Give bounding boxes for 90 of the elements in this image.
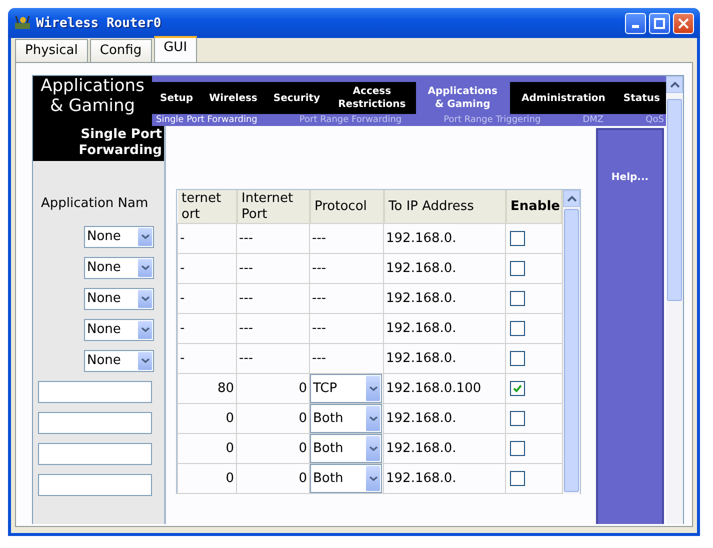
column-header: Enable [506, 190, 562, 224]
table-cell: - [178, 224, 236, 254]
table-cell: 192.168.0. [384, 314, 506, 344]
subnav-link[interactable]: Single Port Forwarding [156, 115, 258, 125]
checkbox[interactable] [510, 230, 525, 246]
table-cell: --- [310, 284, 384, 314]
check-icon [512, 382, 523, 394]
table-cell: --- [310, 254, 384, 284]
table-cell: - [178, 254, 236, 284]
input-field[interactable] [38, 412, 152, 434]
table-cell: --- [236, 344, 310, 374]
table-cell: --- [310, 224, 384, 254]
column-header: ternet ort [178, 190, 236, 224]
checkbox[interactable] [510, 410, 525, 426]
checkbox[interactable] [510, 290, 525, 306]
minimize-button[interactable] [625, 12, 646, 34]
checkbox[interactable] [510, 320, 525, 336]
close-button[interactable] [673, 12, 694, 34]
table-cell: --- [236, 224, 310, 254]
column-header: Internet Port [236, 190, 310, 224]
table-cell: --- [236, 254, 310, 284]
table-cell: 0 [178, 464, 236, 494]
sidebar-title: Single Port Forwarding [33, 126, 164, 161]
table-cell: 192.168.0.100 [384, 374, 506, 404]
input-field[interactable] [38, 442, 152, 464]
table-cell: - [178, 344, 236, 374]
nav-item[interactable]: Wireless [201, 82, 266, 114]
table-cell: - [178, 314, 236, 344]
checkbox[interactable] [510, 470, 525, 486]
dropdown[interactable]: None [84, 256, 154, 278]
maximize-icon [654, 18, 665, 28]
maximize-button[interactable] [649, 12, 670, 34]
window-title: Wireless Router0 [36, 16, 162, 30]
input-field[interactable] [38, 474, 152, 496]
table-cell: 192.168.0. [384, 224, 506, 254]
caret-icon [140, 233, 150, 240]
column-header: Protocol [310, 190, 384, 224]
table-cell: 192.168.0. [384, 404, 506, 434]
input-field[interactable] [38, 380, 152, 402]
dropdown[interactable]: Both [310, 404, 382, 433]
help-link[interactable]: Help... [611, 172, 649, 186]
table-cell: - [178, 284, 236, 314]
table-cell: --- [236, 314, 310, 344]
caret-icon [140, 295, 150, 302]
scroll-up-icon [670, 80, 680, 88]
dropdown[interactable]: None [84, 226, 154, 248]
nav-item[interactable]: Access Restrictions [328, 82, 416, 114]
column-header: To IP Address [384, 190, 506, 224]
dropdown[interactable]: None [84, 350, 154, 372]
table-cell: --- [310, 314, 384, 344]
scroll-up-icon [566, 194, 576, 202]
scrollbar[interactable] [666, 76, 683, 524]
dropdown[interactable]: None [84, 318, 154, 340]
field-label: Application Nam [41, 196, 150, 211]
caret-icon [368, 385, 378, 392]
tab[interactable]: Config [90, 39, 152, 62]
checkbox[interactable] [510, 440, 525, 456]
tab[interactable]: GUI [154, 36, 198, 62]
section-title: Applications & Gaming [33, 76, 152, 126]
table-cell: 192.168.0. [384, 464, 506, 494]
table-cell: 192.168.0. [384, 284, 506, 314]
table-cell: --- [236, 284, 310, 314]
table-cell: 192.168.0. [384, 254, 506, 284]
table-cell: 0 [178, 404, 236, 434]
minimize-icon [632, 25, 639, 28]
caret-icon [368, 475, 378, 482]
table-cell: 192.168.0. [384, 434, 506, 464]
dropdown[interactable]: None [84, 288, 154, 310]
nav-item[interactable]: Status [617, 82, 666, 114]
close-icon [678, 18, 689, 28]
nav-item[interactable]: Administration [510, 82, 618, 114]
caret-icon [368, 415, 378, 422]
table-cell: 0 [178, 434, 236, 464]
caret-icon [140, 264, 150, 271]
nav-item[interactable]: Security [265, 82, 328, 114]
checkbox[interactable] [510, 350, 525, 366]
caret-icon [368, 445, 378, 452]
table-cell: 80 [178, 374, 236, 404]
checkbox[interactable] [510, 380, 525, 396]
router-icon [14, 15, 32, 31]
dropdown[interactable]: Both [310, 434, 382, 463]
caret-icon [140, 357, 150, 364]
dropdown[interactable]: Both [310, 464, 382, 493]
caret-icon [140, 326, 150, 333]
checkbox[interactable] [510, 260, 525, 276]
scrollbar[interactable] [563, 190, 580, 494]
table-cell: 192.168.0. [384, 344, 506, 374]
dropdown[interactable]: TCP [310, 374, 382, 403]
nav-item[interactable]: Setup [152, 82, 202, 114]
tab[interactable]: Physical [15, 39, 88, 62]
